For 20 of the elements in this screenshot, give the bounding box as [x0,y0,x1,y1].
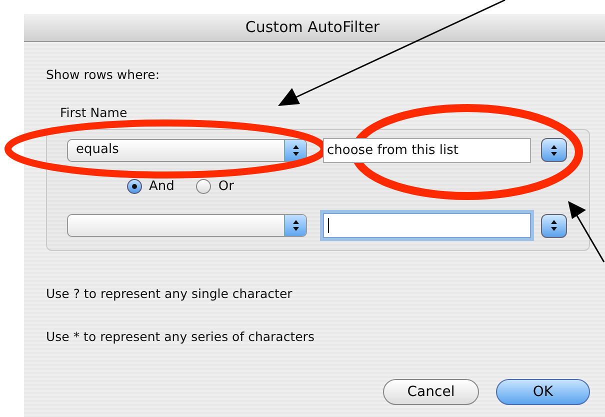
hint-text: Use ? to represent any single character [46,285,294,303]
up-down-arrows-icon [550,219,558,232]
hint-text: Use * to represent any series of characters [46,328,316,346]
list-dropdown-button[interactable] [541,214,567,238]
window-title: Custom AutoFilter [245,17,380,38]
group-label: First Name [60,104,128,122]
ok-button[interactable]: OK [496,378,590,404]
up-down-arrows-icon [292,219,300,232]
cancel-button[interactable]: Cancel [383,378,479,404]
up-down-arrows-icon [292,144,300,156]
annotation-arrow [568,201,605,262]
operator-dropdown[interactable]: equals [67,138,307,162]
radio-option[interactable]: Or [196,176,234,196]
prompt-text: Show rows where: [46,66,161,84]
value-field[interactable] [323,213,531,238]
up-down-arrows-icon [550,144,558,156]
list-dropdown-button[interactable] [541,138,567,162]
radio-option[interactable]: And [127,176,174,196]
value-field[interactable]: choose from this list [323,138,531,162]
operator-dropdown[interactable] [67,214,307,237]
